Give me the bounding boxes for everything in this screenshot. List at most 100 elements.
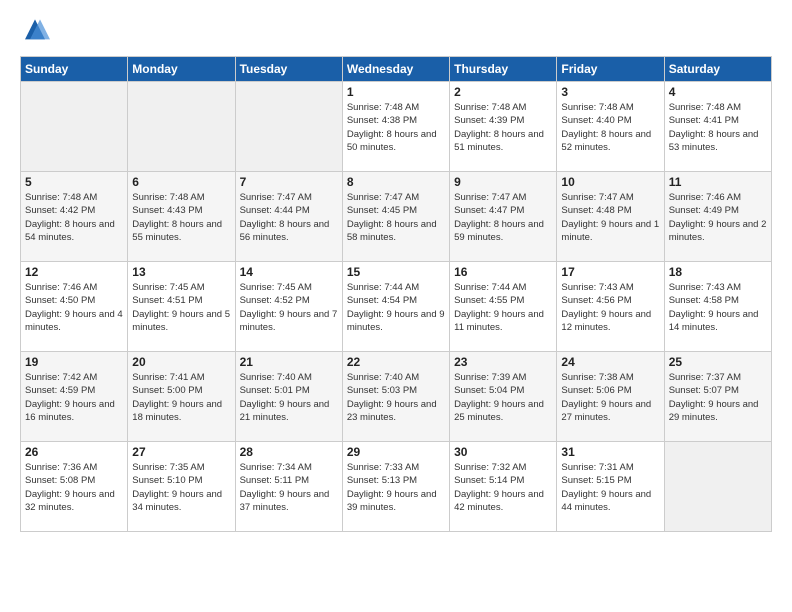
calendar-cell: 10 Sunrise: 7:47 AMSunset: 4:48 PMDayligh… bbox=[557, 172, 664, 262]
day-info: Sunrise: 7:39 AMSunset: 5:04 PMDaylight:… bbox=[454, 371, 552, 424]
day-info: Sunrise: 7:44 AMSunset: 4:54 PMDaylight:… bbox=[347, 281, 445, 334]
day-number: 5 bbox=[25, 175, 123, 189]
day-number: 16 bbox=[454, 265, 552, 279]
day-number: 26 bbox=[25, 445, 123, 459]
calendar-cell: 6 Sunrise: 7:48 AMSunset: 4:43 PMDaylight… bbox=[128, 172, 235, 262]
day-info: Sunrise: 7:45 AMSunset: 4:52 PMDaylight:… bbox=[240, 281, 338, 334]
calendar-cell: 11 Sunrise: 7:46 AMSunset: 4:49 PMDayligh… bbox=[664, 172, 771, 262]
day-info: Sunrise: 7:46 AMSunset: 4:49 PMDaylight:… bbox=[669, 191, 767, 244]
day-info: Sunrise: 7:48 AMSunset: 4:42 PMDaylight:… bbox=[25, 191, 123, 244]
calendar-cell: 24 Sunrise: 7:38 AMSunset: 5:06 PMDayligh… bbox=[557, 352, 664, 442]
day-number: 28 bbox=[240, 445, 338, 459]
calendar-cell: 3 Sunrise: 7:48 AMSunset: 4:40 PMDaylight… bbox=[557, 82, 664, 172]
day-number: 9 bbox=[454, 175, 552, 189]
day-number: 10 bbox=[561, 175, 659, 189]
calendar-cell bbox=[21, 82, 128, 172]
day-number: 6 bbox=[132, 175, 230, 189]
calendar-cell: 5 Sunrise: 7:48 AMSunset: 4:42 PMDaylight… bbox=[21, 172, 128, 262]
calendar-cell: 31 Sunrise: 7:31 AMSunset: 5:15 PMDayligh… bbox=[557, 442, 664, 532]
calendar-cell: 21 Sunrise: 7:40 AMSunset: 5:01 PMDayligh… bbox=[235, 352, 342, 442]
day-number: 2 bbox=[454, 85, 552, 99]
day-info: Sunrise: 7:46 AMSunset: 4:50 PMDaylight:… bbox=[25, 281, 123, 334]
calendar-cell: 2 Sunrise: 7:48 AMSunset: 4:39 PMDaylight… bbox=[450, 82, 557, 172]
calendar-cell bbox=[128, 82, 235, 172]
calendar-cell: 13 Sunrise: 7:45 AMSunset: 4:51 PMDayligh… bbox=[128, 262, 235, 352]
day-info: Sunrise: 7:48 AMSunset: 4:40 PMDaylight:… bbox=[561, 101, 659, 154]
day-info: Sunrise: 7:48 AMSunset: 4:43 PMDaylight:… bbox=[132, 191, 230, 244]
calendar-week-row: 5 Sunrise: 7:48 AMSunset: 4:42 PMDaylight… bbox=[21, 172, 772, 262]
day-info: Sunrise: 7:48 AMSunset: 4:41 PMDaylight:… bbox=[669, 101, 767, 154]
day-info: Sunrise: 7:47 AMSunset: 4:47 PMDaylight:… bbox=[454, 191, 552, 244]
day-info: Sunrise: 7:32 AMSunset: 5:14 PMDaylight:… bbox=[454, 461, 552, 514]
calendar-cell: 22Sunrise: 7:40 AMSunset: 5:03 PMDayligh… bbox=[342, 352, 449, 442]
day-info: Sunrise: 7:45 AMSunset: 4:51 PMDaylight:… bbox=[132, 281, 230, 334]
calendar-cell: 20 Sunrise: 7:41 AMSunset: 5:00 PMDayligh… bbox=[128, 352, 235, 442]
calendar-cell: 4 Sunrise: 7:48 AMSunset: 4:41 PMDaylight… bbox=[664, 82, 771, 172]
calendar-cell: 15Sunrise: 7:44 AMSunset: 4:54 PMDayligh… bbox=[342, 262, 449, 352]
day-number: 7 bbox=[240, 175, 338, 189]
calendar-cell: 26 Sunrise: 7:36 AMSunset: 5:08 PMDayligh… bbox=[21, 442, 128, 532]
calendar-cell: 9 Sunrise: 7:47 AMSunset: 4:47 PMDaylight… bbox=[450, 172, 557, 262]
day-number: 30 bbox=[454, 445, 552, 459]
header bbox=[20, 16, 772, 46]
day-number: 4 bbox=[669, 85, 767, 99]
calendar-cell: 14 Sunrise: 7:45 AMSunset: 4:52 PMDayligh… bbox=[235, 262, 342, 352]
day-number: 3 bbox=[561, 85, 659, 99]
weekday-header: Saturday bbox=[664, 57, 771, 82]
day-info: Sunrise: 7:40 AMSunset: 5:01 PMDaylight:… bbox=[240, 371, 338, 424]
day-info: Sunrise: 7:38 AMSunset: 5:06 PMDaylight:… bbox=[561, 371, 659, 424]
weekday-header: Friday bbox=[557, 57, 664, 82]
day-info: Sunrise: 7:43 AMSunset: 4:58 PMDaylight:… bbox=[669, 281, 767, 334]
calendar-cell: 12 Sunrise: 7:46 AMSunset: 4:50 PMDayligh… bbox=[21, 262, 128, 352]
day-info: Sunrise: 7:47 AMSunset: 4:48 PMDaylight:… bbox=[561, 191, 659, 244]
calendar-week-row: 19Sunrise: 7:42 AMSunset: 4:59 PMDayligh… bbox=[21, 352, 772, 442]
calendar-cell bbox=[664, 442, 771, 532]
day-number: 27 bbox=[132, 445, 230, 459]
day-number: 13 bbox=[132, 265, 230, 279]
calendar-cell: 30 Sunrise: 7:32 AMSunset: 5:14 PMDayligh… bbox=[450, 442, 557, 532]
day-number: 21 bbox=[240, 355, 338, 369]
day-number: 20 bbox=[132, 355, 230, 369]
day-number: 29 bbox=[347, 445, 445, 459]
day-info: Sunrise: 7:34 AMSunset: 5:11 PMDaylight:… bbox=[240, 461, 338, 514]
day-number: 25 bbox=[669, 355, 767, 369]
day-number: 24 bbox=[561, 355, 659, 369]
day-info: Sunrise: 7:31 AMSunset: 5:15 PMDaylight:… bbox=[561, 461, 659, 514]
calendar-cell bbox=[235, 82, 342, 172]
calendar-table: SundayMondayTuesdayWednesdayThursdayFrid… bbox=[20, 56, 772, 532]
calendar-cell: 27Sunrise: 7:35 AMSunset: 5:10 PMDayligh… bbox=[128, 442, 235, 532]
calendar-cell: 28 Sunrise: 7:34 AMSunset: 5:11 PMDayligh… bbox=[235, 442, 342, 532]
day-info: Sunrise: 7:33 AMSunset: 5:13 PMDaylight:… bbox=[347, 461, 445, 514]
day-info: Sunrise: 7:48 AMSunset: 4:38 PMDaylight:… bbox=[347, 101, 445, 154]
day-info: Sunrise: 7:47 AMSunset: 4:44 PMDaylight:… bbox=[240, 191, 338, 244]
day-info: Sunrise: 7:44 AMSunset: 4:55 PMDaylight:… bbox=[454, 281, 552, 334]
calendar-cell: 18 Sunrise: 7:43 AMSunset: 4:58 PMDayligh… bbox=[664, 262, 771, 352]
day-info: Sunrise: 7:41 AMSunset: 5:00 PMDaylight:… bbox=[132, 371, 230, 424]
calendar-cell: 29 Sunrise: 7:33 AMSunset: 5:13 PMDayligh… bbox=[342, 442, 449, 532]
day-number: 14 bbox=[240, 265, 338, 279]
page: SundayMondayTuesdayWednesdayThursdayFrid… bbox=[0, 0, 792, 542]
weekday-header: Tuesday bbox=[235, 57, 342, 82]
calendar-header-row: SundayMondayTuesdayWednesdayThursdayFrid… bbox=[21, 57, 772, 82]
day-info: Sunrise: 7:40 AMSunset: 5:03 PMDaylight:… bbox=[347, 371, 445, 424]
day-number: 1 bbox=[347, 85, 445, 99]
calendar-cell: 8 Sunrise: 7:47 AMSunset: 4:45 PMDaylight… bbox=[342, 172, 449, 262]
day-number: 18 bbox=[669, 265, 767, 279]
day-info: Sunrise: 7:48 AMSunset: 4:39 PMDaylight:… bbox=[454, 101, 552, 154]
day-number: 12 bbox=[25, 265, 123, 279]
day-info: Sunrise: 7:47 AMSunset: 4:45 PMDaylight:… bbox=[347, 191, 445, 244]
day-number: 11 bbox=[669, 175, 767, 189]
weekday-header: Thursday bbox=[450, 57, 557, 82]
day-number: 23 bbox=[454, 355, 552, 369]
day-info: Sunrise: 7:36 AMSunset: 5:08 PMDaylight:… bbox=[25, 461, 123, 514]
day-number: 8 bbox=[347, 175, 445, 189]
calendar-week-row: 1 Sunrise: 7:48 AMSunset: 4:38 PMDaylight… bbox=[21, 82, 772, 172]
calendar-cell: 16 Sunrise: 7:44 AMSunset: 4:55 PMDayligh… bbox=[450, 262, 557, 352]
day-number: 31 bbox=[561, 445, 659, 459]
day-number: 19 bbox=[25, 355, 123, 369]
logo-icon bbox=[20, 16, 50, 46]
weekday-header: Monday bbox=[128, 57, 235, 82]
day-info: Sunrise: 7:37 AMSunset: 5:07 PMDaylight:… bbox=[669, 371, 767, 424]
calendar-cell: 19Sunrise: 7:42 AMSunset: 4:59 PMDayligh… bbox=[21, 352, 128, 442]
calendar-week-row: 12 Sunrise: 7:46 AMSunset: 4:50 PMDayligh… bbox=[21, 262, 772, 352]
